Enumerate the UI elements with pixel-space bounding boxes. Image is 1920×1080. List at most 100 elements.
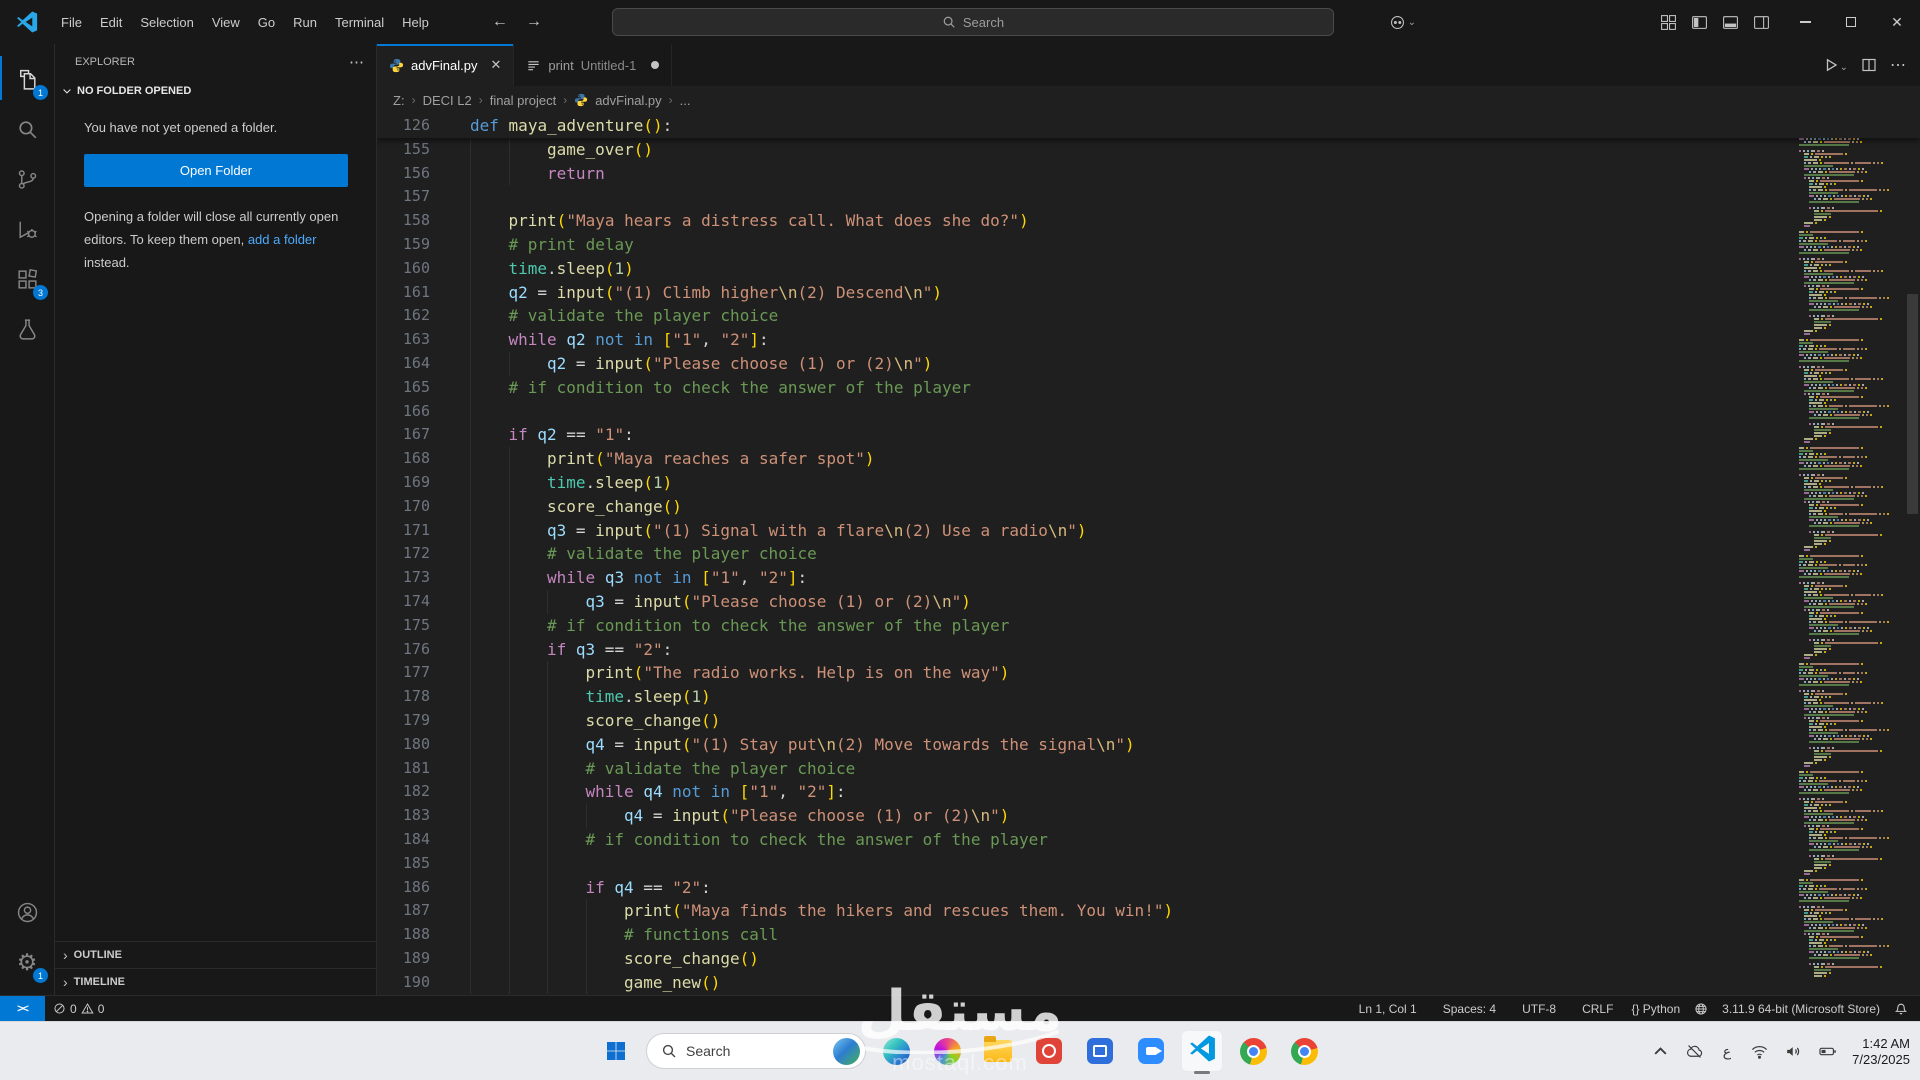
- code-line[interactable]: 187 print("Maya finds the hikers and resc…: [377, 899, 1920, 924]
- code-line[interactable]: 173 while q3 not in ["1", "2"]:: [377, 566, 1920, 590]
- code-line[interactable]: 160 time.sleep(1): [377, 256, 1920, 281]
- language-indicator[interactable]: ع: [1719, 1044, 1735, 1060]
- more-actions-icon[interactable]: ⋯: [349, 53, 364, 71]
- activity-bar-item-explorer[interactable]: 1: [3, 54, 51, 104]
- taskbar-app-file-explorer[interactable]: [977, 1030, 1019, 1072]
- breadcrumb-item[interactable]: advFinal.py: [595, 93, 661, 108]
- breadcrumb-item[interactable]: final project: [490, 93, 556, 108]
- activity-bar-item-account[interactable]: [3, 887, 51, 937]
- taskbar-app-edge[interactable]: [875, 1030, 917, 1072]
- code-line[interactable]: 164 q2 = input("Please choose (1) or (2)\…: [377, 351, 1920, 376]
- toggle-secondary-sidebar-icon[interactable]: [1753, 14, 1770, 31]
- code-line[interactable]: 180 q4 = input("(1) Stay put\n(2) Move to…: [377, 732, 1920, 757]
- notifications-button[interactable]: [1894, 1002, 1908, 1016]
- code-line[interactable]: 163 while q2 not in ["1", "2"]:: [377, 328, 1920, 352]
- tray-chevron-up-icon[interactable]: [1651, 1042, 1670, 1061]
- more-actions-icon[interactable]: ⋯: [1890, 55, 1906, 75]
- tab-print[interactable]: print Untitled-1: [514, 44, 673, 86]
- code-line[interactable]: 168 print("Maya reaches a safer spot"): [377, 447, 1920, 471]
- activity-bar-item-extensions[interactable]: 3: [3, 254, 51, 304]
- activity-bar-item-search[interactable]: [3, 104, 51, 154]
- code-line[interactable]: 126 def maya_adventure():: [377, 114, 1920, 138]
- breadcrumb-item[interactable]: Z:: [393, 93, 405, 108]
- copilot-menu[interactable]: ⌄: [1389, 14, 1416, 31]
- editor-scrollbar[interactable]: [1905, 114, 1920, 995]
- forward-arrow-icon[interactable]: →: [526, 13, 542, 31]
- run-python-file-button[interactable]: ⌄: [1823, 57, 1848, 73]
- code-line[interactable]: 175 # if condition to check the answer of…: [377, 613, 1920, 638]
- add-folder-link[interactable]: add a folder: [248, 232, 317, 247]
- code-line[interactable]: 190 game_new(): [377, 970, 1920, 995]
- command-center-search[interactable]: Search: [612, 8, 1334, 36]
- code-line[interactable]: 183 q4 = input("Please choose (1) or (2)\…: [377, 804, 1920, 828]
- code-line[interactable]: 167 if q2 == "1":: [377, 423, 1920, 448]
- minimize-button[interactable]: [1782, 0, 1828, 44]
- code-line[interactable]: 162 # validate the player choice: [377, 304, 1920, 329]
- taskbar-app-copilot[interactable]: [926, 1030, 968, 1072]
- code-line[interactable]: 184 # if condition to check the answer of…: [377, 827, 1920, 852]
- onedrive-paused-icon[interactable]: [1685, 1042, 1704, 1061]
- status-item-spaces[interactable]: Spaces: 4: [1439, 1002, 1500, 1016]
- maximize-button[interactable]: [1828, 0, 1874, 44]
- taskbar-app-zoom[interactable]: [1130, 1030, 1172, 1072]
- code-line[interactable]: 189 score_change(): [377, 946, 1920, 971]
- outline-section[interactable]: › OUTLINE: [55, 941, 376, 968]
- toggle-sidebar-icon[interactable]: [1691, 14, 1708, 31]
- code-line[interactable]: 169 time.sleep(1): [377, 470, 1920, 495]
- scrollbar-thumb[interactable]: [1907, 294, 1918, 514]
- status-item-ln-1-col-1[interactable]: Ln 1, Col 1: [1355, 1002, 1421, 1016]
- clock[interactable]: 1:42 AM 7/23/2025: [1852, 1036, 1910, 1068]
- python-interpreter[interactable]: 3.11.9 64-bit (Microsoft Store): [1718, 1002, 1884, 1016]
- activity-bar-item-source-control[interactable]: [3, 154, 51, 204]
- code-line[interactable]: 172 # validate the player choice: [377, 542, 1920, 567]
- customize-layout-icon[interactable]: [1660, 14, 1677, 31]
- split-editor-icon[interactable]: [1861, 57, 1877, 73]
- open-folder-button[interactable]: Open Folder: [84, 154, 348, 187]
- toggle-panel-icon[interactable]: [1722, 14, 1739, 31]
- code-line[interactable]: 177 print("The radio works. Help is on th…: [377, 661, 1920, 686]
- code-line[interactable]: 182 while q4 not in ["1", "2"]:: [377, 780, 1920, 805]
- section-no-folder-opened[interactable]: NO FOLDER OPENED: [55, 79, 376, 103]
- code-line[interactable]: 179 score_change(): [377, 708, 1920, 733]
- wifi-icon[interactable]: [1750, 1042, 1769, 1061]
- problems-status[interactable]: 0 0: [45, 1002, 112, 1016]
- code-line[interactable]: 185: [377, 851, 1920, 876]
- taskbar-search-box[interactable]: Search: [646, 1033, 866, 1069]
- taskbar-app-app-red[interactable]: [1028, 1030, 1070, 1072]
- code-line[interactable]: 155 game_over(): [377, 137, 1920, 162]
- code-viewport[interactable]: 155 game_over() 156 return 157 158 print("Maya…: [377, 137, 1920, 995]
- code-editor[interactable]: 126 def maya_adventure(): 155 game_over() 1…: [377, 114, 1920, 995]
- sticky-scroll-line[interactable]: 126 def maya_adventure():: [377, 114, 1920, 138]
- code-line[interactable]: 165 # if condition to check the answer of…: [377, 375, 1920, 400]
- code-line[interactable]: 188 # functions call: [377, 923, 1920, 947]
- activity-bar-item-run-debug[interactable]: [3, 204, 51, 254]
- code-line[interactable]: 170 score_change(): [377, 494, 1920, 519]
- status-item-crlf[interactable]: CRLF: [1578, 1002, 1617, 1016]
- back-arrow-icon[interactable]: ←: [492, 13, 508, 31]
- breadcrumb-item[interactable]: ...: [680, 93, 691, 108]
- taskbar-app-chrome[interactable]: [1232, 1030, 1274, 1072]
- code-line[interactable]: 186 if q4 == "2":: [377, 875, 1920, 900]
- menu-item-terminal[interactable]: Terminal: [326, 11, 393, 34]
- menu-item-help[interactable]: Help: [393, 11, 438, 34]
- language-mode[interactable]: {} Python: [1627, 1002, 1684, 1016]
- code-line[interactable]: 157: [377, 185, 1920, 210]
- close-button[interactable]: ✕: [1874, 0, 1920, 44]
- menu-item-selection[interactable]: Selection: [131, 11, 202, 34]
- activity-bar-item-testing[interactable]: [3, 304, 51, 354]
- close-tab-icon[interactable]: ✕: [490, 57, 501, 73]
- code-line[interactable]: 176 if q3 == "2":: [377, 637, 1920, 662]
- taskbar-app-vscode[interactable]: [1181, 1030, 1223, 1074]
- menu-item-view[interactable]: View: [203, 11, 249, 34]
- taskbar-app-chrome-2[interactable]: [1283, 1030, 1325, 1072]
- timeline-section[interactable]: › TIMELINE: [55, 968, 376, 995]
- menu-item-run[interactable]: Run: [284, 11, 326, 34]
- breadcrumb-item[interactable]: DECI L2: [423, 93, 472, 108]
- start-button[interactable]: [595, 1030, 637, 1072]
- volume-icon[interactable]: [1784, 1042, 1803, 1061]
- live-share-status[interactable]: [1694, 1002, 1708, 1016]
- taskbar-app-app-blue[interactable]: [1079, 1030, 1121, 1072]
- remote-indicator[interactable]: ><: [0, 996, 45, 1021]
- code-line[interactable]: 158 print("Maya hears a distress call. Wh…: [377, 209, 1920, 233]
- code-line[interactable]: 181 # validate the player choice: [377, 756, 1920, 781]
